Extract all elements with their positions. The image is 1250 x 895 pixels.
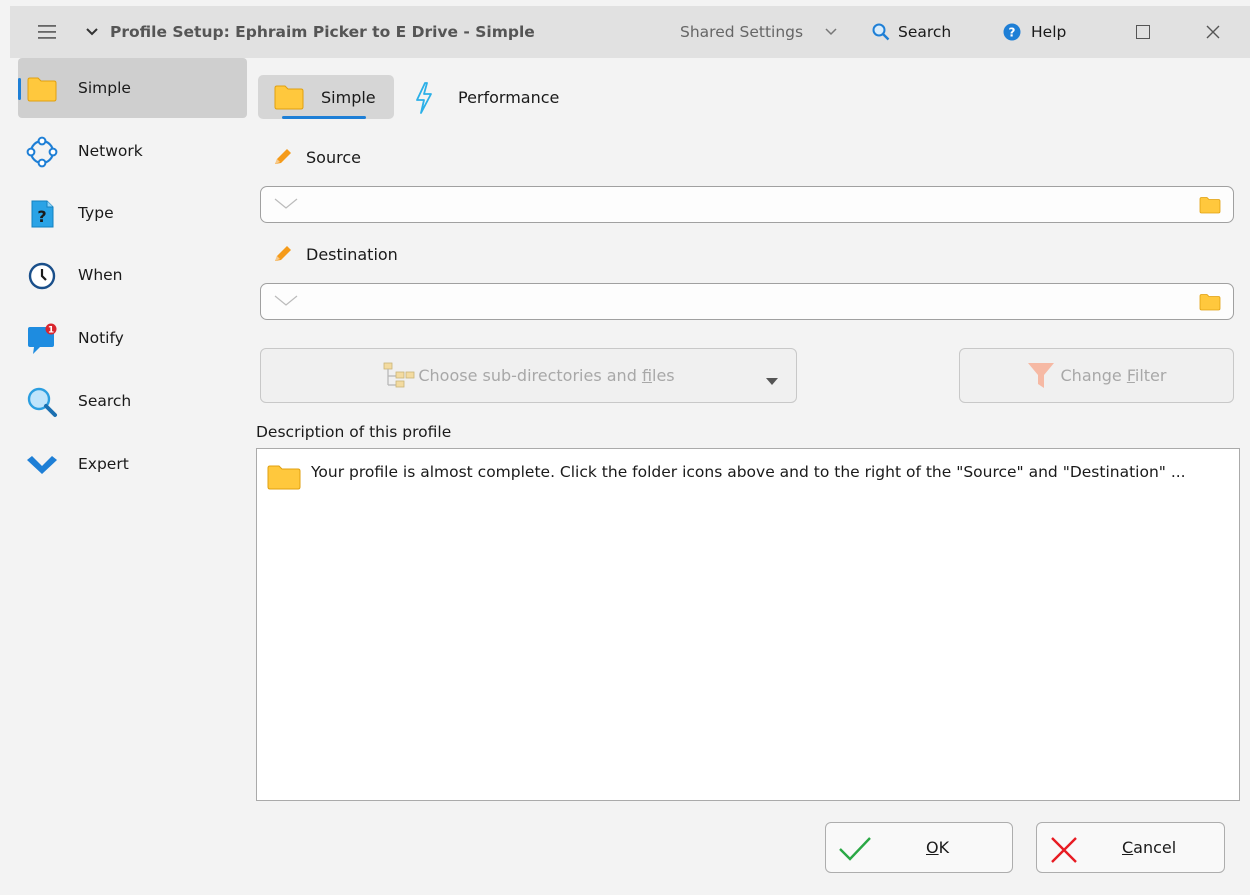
folder-icon bbox=[26, 73, 58, 105]
cancel-x-icon bbox=[1049, 835, 1079, 869]
sidebar-item-search[interactable]: Search bbox=[18, 371, 247, 431]
shared-settings-menu[interactable]: Shared Settings bbox=[680, 6, 803, 58]
maximize-icon[interactable] bbox=[1136, 6, 1150, 58]
funnel-icon bbox=[1027, 361, 1055, 391]
cancel-button-label: Cancel bbox=[1122, 838, 1177, 857]
sidebar-item-type[interactable]: ? Type bbox=[18, 183, 247, 243]
active-indicator bbox=[18, 78, 21, 100]
clock-icon bbox=[26, 260, 58, 292]
lightning-icon bbox=[414, 82, 434, 118]
chevron-down-icon[interactable] bbox=[825, 6, 837, 58]
window-title: Profile Setup: Ephraim Picker to E Drive… bbox=[110, 23, 535, 41]
svg-text:?: ? bbox=[37, 207, 46, 226]
svg-text:?: ? bbox=[1009, 26, 1016, 40]
tab-simple[interactable]: Simple bbox=[258, 75, 394, 119]
source-dropdown-chevron-icon[interactable] bbox=[273, 195, 299, 217]
choose-subdirectories-button[interactable]: Choose sub-directories and files bbox=[260, 348, 797, 403]
sidebar-item-simple[interactable]: Simple bbox=[18, 58, 247, 118]
sidebar-item-label: Type bbox=[78, 204, 114, 222]
destination-dropdown-chevron-icon[interactable] bbox=[273, 292, 299, 314]
destination-label: Destination bbox=[272, 240, 398, 268]
description-box: Your profile is almost complete. Click t… bbox=[256, 448, 1240, 801]
search-button-label: Search bbox=[898, 23, 952, 41]
choose-subdirectories-label: Choose sub-directories and files bbox=[418, 366, 675, 385]
description-label: Description of this profile bbox=[256, 423, 452, 441]
tree-icon bbox=[382, 361, 416, 391]
description-text: Your profile is almost complete. Click t… bbox=[311, 463, 1186, 481]
tab-simple-label: Simple bbox=[321, 87, 376, 107]
close-icon[interactable] bbox=[1206, 6, 1220, 58]
folder-icon bbox=[274, 83, 304, 115]
source-combobox[interactable] bbox=[260, 186, 1234, 223]
chat-badge-icon: 1 bbox=[26, 323, 58, 355]
hamburger-menu-icon[interactable] bbox=[38, 6, 56, 58]
sidebar-item-label: Network bbox=[78, 142, 143, 160]
source-browse-folder-icon[interactable] bbox=[1199, 196, 1221, 218]
sidebar-item-notify[interactable]: 1 Notify bbox=[18, 308, 247, 368]
destination-combobox[interactable] bbox=[260, 283, 1234, 320]
change-filter-button[interactable]: Change Filter bbox=[959, 348, 1234, 403]
sidebar-item-label: Simple bbox=[78, 79, 131, 97]
pencil-icon bbox=[272, 244, 294, 264]
dropdown-arrow-icon[interactable] bbox=[766, 371, 778, 390]
network-icon bbox=[26, 136, 58, 168]
sidebar-item-network[interactable]: Network bbox=[18, 121, 247, 181]
tab-active-underline bbox=[282, 116, 366, 119]
checkmark-icon bbox=[838, 835, 872, 867]
question-icon: ? bbox=[26, 198, 58, 230]
destination-browse-folder-icon[interactable] bbox=[1199, 293, 1221, 315]
help-button[interactable]: ? Help bbox=[1003, 6, 1066, 58]
source-label-text: Source bbox=[306, 147, 361, 167]
help-icon: ? bbox=[1003, 23, 1021, 41]
ok-button[interactable]: OK bbox=[825, 822, 1013, 873]
magnifier-icon bbox=[26, 386, 58, 418]
tab-performance[interactable]: Performance bbox=[410, 75, 580, 119]
folder-icon bbox=[267, 463, 301, 495]
help-button-label: Help bbox=[1031, 23, 1067, 41]
sidebar-item-when[interactable]: When bbox=[18, 245, 247, 305]
search-icon bbox=[872, 23, 890, 41]
sidebar-item-expert[interactable]: Expert bbox=[18, 434, 247, 494]
tab-performance-label: Performance bbox=[458, 87, 560, 107]
title-bar: Profile Setup: Ephraim Picker to E Drive… bbox=[10, 6, 1250, 58]
title-chevron-down-icon[interactable] bbox=[86, 6, 98, 58]
notify-badge-count: 1 bbox=[48, 326, 54, 336]
source-label: Source bbox=[272, 143, 361, 171]
sidebar-item-label: Expert bbox=[78, 455, 129, 473]
ok-button-label: OK bbox=[926, 838, 950, 857]
search-button[interactable]: Search bbox=[872, 6, 951, 58]
chevron-check-icon bbox=[26, 449, 58, 481]
sidebar-item-label: Search bbox=[78, 392, 132, 410]
pencil-icon bbox=[272, 147, 294, 167]
sidebar-item-label: When bbox=[78, 266, 123, 284]
change-filter-label: Change Filter bbox=[1060, 366, 1167, 385]
sidebar-item-label: Notify bbox=[78, 329, 124, 347]
destination-label-text: Destination bbox=[306, 244, 398, 264]
cancel-button[interactable]: Cancel bbox=[1036, 822, 1225, 873]
